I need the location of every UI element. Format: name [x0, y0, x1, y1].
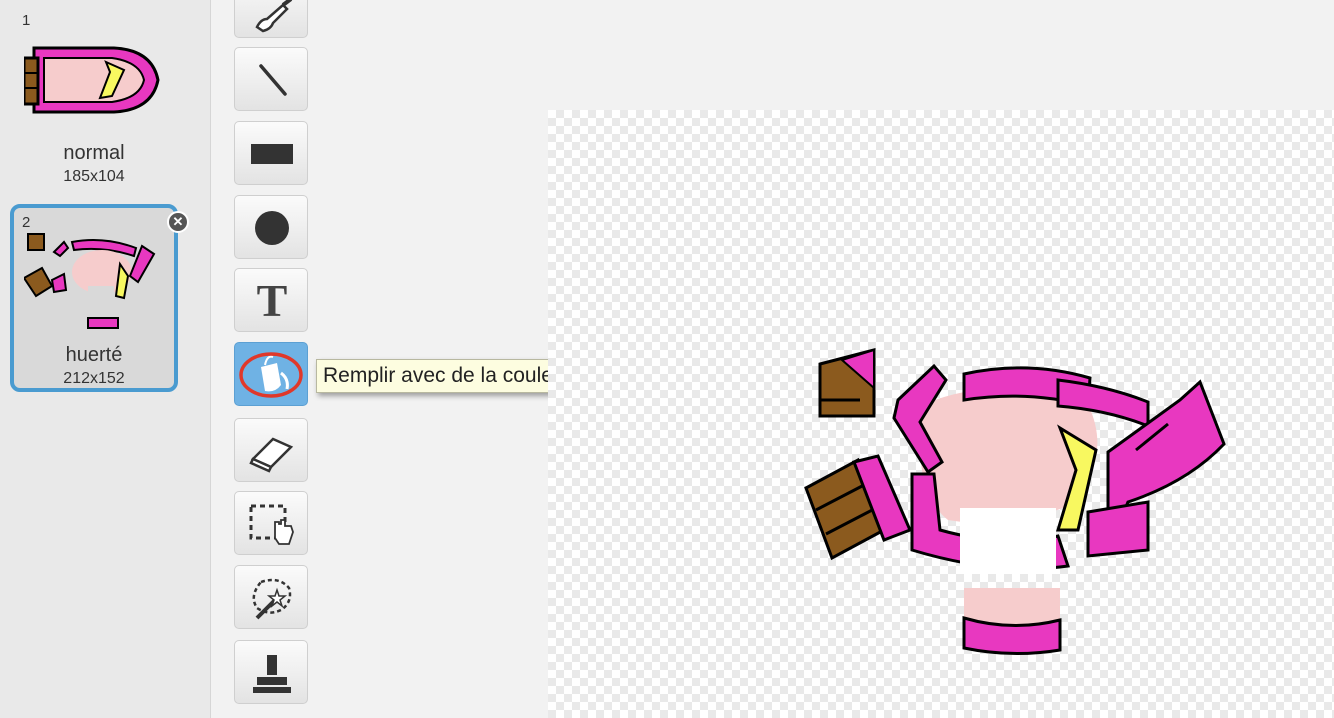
- right-lower-band: [1086, 500, 1150, 558]
- paint-bucket-icon: [239, 352, 303, 398]
- bottom-pink: [964, 588, 1060, 624]
- ellipse-icon: [255, 211, 289, 245]
- brush-tool-button[interactable]: [234, 0, 308, 38]
- delete-costume-close-icon[interactable]: ✕: [167, 211, 189, 233]
- paint-canvas[interactable]: [548, 110, 1334, 718]
- fill-tooltip: Remplir avec de la couleur: [316, 359, 579, 393]
- costume-name: normal: [63, 142, 125, 164]
- select-tool-button[interactable]: [234, 491, 308, 555]
- costume-number: 2: [22, 214, 31, 231]
- brush-icon: [255, 0, 293, 33]
- eraser-tool-button[interactable]: [234, 418, 308, 482]
- fill-tool-button[interactable]: [234, 342, 308, 406]
- costume-item-selected[interactable]: 2 huerté 212x152: [10, 204, 178, 392]
- costume-number: 1: [22, 12, 31, 29]
- costume-thumbnail: [24, 46, 160, 114]
- costume-dimensions: 185x104: [63, 168, 125, 185]
- stamp-icon: [253, 655, 291, 693]
- cutout-white: [960, 508, 1056, 574]
- line-tool-button[interactable]: [234, 47, 308, 111]
- rectangle-tool-button[interactable]: [234, 121, 308, 185]
- eraser-icon: [249, 437, 294, 473]
- costume-thumbnail: [24, 233, 156, 329]
- costume-dimensions: 212x152: [63, 370, 125, 387]
- stamp-tool-button[interactable]: [234, 640, 308, 704]
- costume-list: 1 normal 185x104 2 huerté 212x152 ✕: [0, 0, 211, 718]
- ellipse-tool-button[interactable]: [234, 195, 308, 259]
- magic-wand-icon: [252, 578, 292, 620]
- text-tool-button[interactable]: T: [234, 268, 308, 332]
- select-icon: [249, 504, 294, 545]
- line-icon: [259, 64, 287, 96]
- magic-select-tool-button[interactable]: [234, 565, 308, 629]
- broken-boat-drawing: [804, 348, 1226, 656]
- costume-item[interactable]: 1 normal 185x104: [10, 2, 178, 192]
- text-icon: T: [256, 275, 288, 326]
- costume-name: huerté: [65, 344, 123, 366]
- rectangle-icon: [251, 144, 293, 164]
